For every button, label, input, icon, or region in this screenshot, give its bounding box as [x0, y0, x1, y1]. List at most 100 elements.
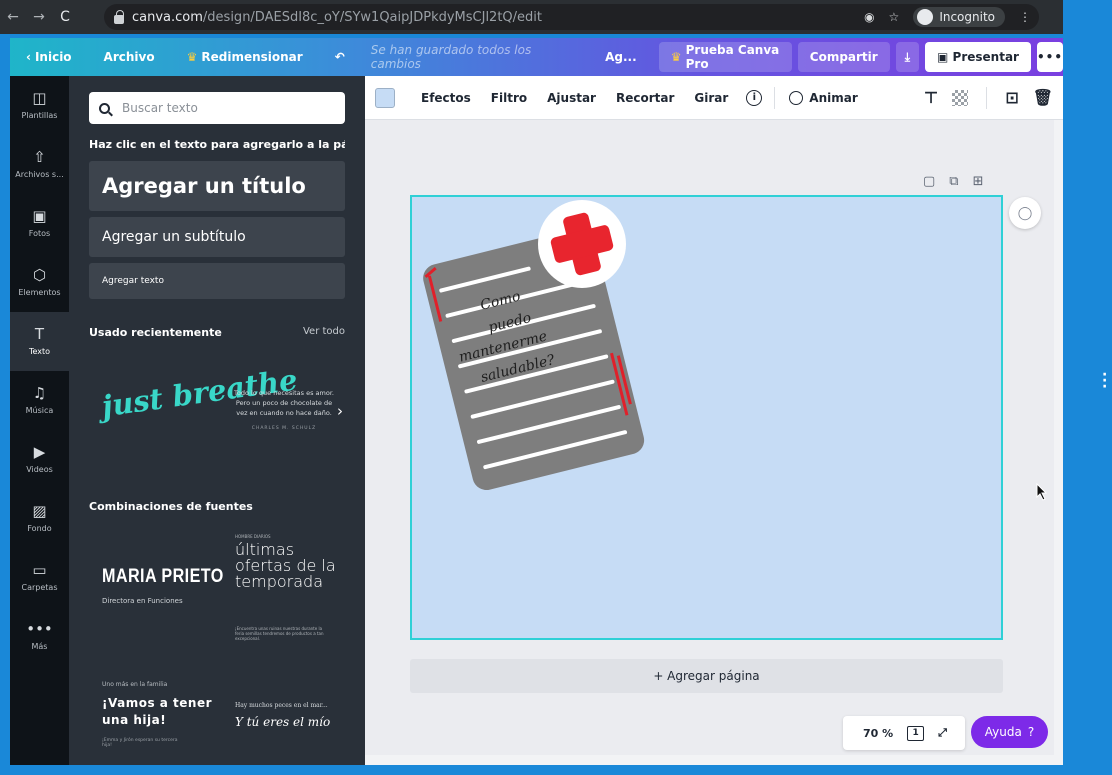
search-box[interactable] — [89, 92, 345, 124]
rail-item-música[interactable]: ♫ Música — [10, 371, 69, 430]
adjust-button[interactable]: Ajustar — [537, 91, 606, 105]
lock-icon[interactable]: ⊡ — [1005, 88, 1018, 107]
combo-offers-fine: ¡Encuentra unas ruinas nuestras durante … — [235, 626, 324, 641]
add-text-button[interactable]: Agregar texto — [89, 263, 345, 299]
duplicate-page-icon[interactable]: ⧉ — [949, 174, 958, 189]
vertical-scrollbar[interactable] — [1054, 120, 1063, 765]
reload-icon[interactable]: C — [52, 9, 78, 25]
folder-icon: ▭ — [32, 561, 47, 579]
download-button[interactable]: ⤓ — [895, 42, 920, 72]
animate-button[interactable]: Animar — [779, 90, 867, 105]
editor-area: Efectos Filtro Ajustar Recortar Girar i … — [365, 76, 1063, 765]
rail-item-label: Videos — [26, 465, 53, 474]
zoom-level[interactable]: 70 % — [863, 727, 893, 740]
clipboard-graphic[interactable] — [412, 197, 1003, 640]
crown-icon: ♛ — [670, 50, 682, 64]
combo-family[interactable]: ¡Vamos a tener una hija! — [102, 695, 222, 729]
rail-item-más[interactable]: ••• Más — [10, 607, 69, 666]
share-button[interactable]: Compartir — [797, 42, 890, 72]
design-canvas[interactable]: Como puedo mantenerme saludable? — [410, 195, 1003, 640]
home-button[interactable]: ‹ Inicio — [10, 50, 88, 64]
combo-family-fine: ¡Emma y Jirón esperan su tercera hija! — [102, 738, 178, 748]
paint-roller-icon[interactable]: ⊤ — [924, 88, 939, 107]
rail-item-label: Archivos s... — [15, 170, 64, 179]
add-page-icon[interactable]: ⊞ — [973, 174, 984, 189]
search-icon — [99, 102, 110, 114]
background-icon: ▨ — [32, 502, 47, 520]
download-icon: ⤓ — [904, 49, 911, 64]
combo-maria-sub: Directora en Funciones — [102, 597, 183, 605]
rail-item-label: Texto — [28, 347, 51, 356]
editor-topbar: ‹ Inicio Archivo ♛ Redimensionar ↶ Se ha… — [10, 38, 1063, 76]
effects-button[interactable]: Efectos — [411, 91, 481, 105]
url-path: /design/DAESdI8c_oY/SYw1QaipJDPkdyMsCJl2… — [202, 9, 542, 25]
rail-item-elementos[interactable]: ⬡ Elementos — [10, 253, 69, 312]
zoom-controls: 70 % 1 ⤢ — [843, 716, 965, 750]
save-status: Se han guardado todos los cambios — [370, 43, 532, 71]
color-swatch[interactable] — [375, 87, 395, 108]
combo-maria-prieto[interactable]: MARIA PRIETO — [102, 566, 224, 588]
rail-item-texto[interactable]: T Texto — [10, 312, 69, 371]
divider — [774, 86, 776, 109]
add-page-button[interactable]: + Agregar página — [410, 659, 1003, 693]
extension-icon[interactable]: ◉ — [864, 10, 874, 24]
templates-icon: ◫ — [32, 89, 47, 107]
browser-chrome: ← → C canva.com /design/DAESdI8c_oY/SYw1… — [0, 0, 1063, 34]
combo-family-label: Uno más en la familia — [102, 681, 168, 688]
rail-item-label: Fondo — [27, 524, 52, 533]
undo-button[interactable]: ↶ — [319, 50, 361, 64]
rail-item-fotos[interactable]: ▣ Fotos — [10, 194, 69, 253]
back-arrow-icon[interactable]: ← — [0, 9, 26, 25]
rail-item-archivos-s[interactable]: ⇧ Archivos s... — [10, 135, 69, 194]
image-toolbar: Efectos Filtro Ajustar Recortar Girar i … — [365, 76, 1063, 120]
combo-offer-label: HOMBRE DIARIOS — [235, 534, 271, 539]
horizontal-scrollbar[interactable] — [365, 755, 1054, 765]
rail-item-videos[interactable]: ▶ Videos — [10, 430, 69, 489]
chevron-right-icon[interactable]: › — [337, 402, 343, 420]
incognito-badge[interactable]: Incognito — [913, 7, 1005, 27]
design-title[interactable]: Ag... — [589, 50, 653, 64]
address-bar[interactable]: canva.com /design/DAESdI8c_oY/SYw1QaipJD… — [104, 4, 1039, 30]
more-options-button[interactable]: ••• — [1036, 42, 1063, 72]
filter-button[interactable]: Filtro — [481, 91, 537, 105]
undo-icon: ↶ — [334, 50, 345, 64]
panel-hint: Haz clic en el texto para agregarlo a la… — [89, 138, 345, 151]
help-button[interactable]: Ayuda ? — [971, 716, 1048, 748]
page-actions: ▢ ⧉ ⊞ — [923, 174, 984, 189]
rail-item-plantillas[interactable]: ◫ Plantillas — [10, 76, 69, 135]
rail-item-label: Fotos — [28, 229, 51, 238]
present-button[interactable]: ▣ Presentar — [925, 42, 1031, 72]
info-icon[interactable]: i — [746, 89, 763, 106]
comment-button[interactable]: ◯ — [1009, 197, 1041, 229]
forward-arrow-icon[interactable]: → — [26, 9, 52, 25]
recent-style-quote[interactable]: Todo lo que necesitas es amor. Pero un p… — [234, 388, 334, 434]
side-handle-dots-icon[interactable]: · · · — [1102, 368, 1107, 394]
note-icon[interactable]: ▢ — [923, 174, 935, 189]
text-icon: T — [34, 325, 45, 343]
bookmark-star-icon[interactable]: ☆ — [889, 10, 900, 24]
transparency-icon[interactable] — [952, 89, 969, 106]
search-input[interactable] — [122, 101, 322, 115]
divider — [986, 86, 988, 109]
recent-heading: Usado recientemente — [89, 326, 222, 339]
browser-menu-icon[interactable]: ⋮ — [1019, 10, 1031, 24]
fullscreen-icon[interactable]: ⤢ — [938, 726, 947, 740]
crown-icon: ♛ — [186, 50, 198, 64]
rail-item-carpetas[interactable]: ▭ Carpetas — [10, 548, 69, 607]
page-count-icon[interactable]: 1 — [907, 725, 925, 741]
add-subtitle-button[interactable]: Agregar un subtítulo — [89, 217, 345, 257]
music-icon: ♫ — [32, 384, 47, 402]
resize-button[interactable]: ♛ Redimensionar — [171, 50, 319, 64]
combo-offers[interactable]: últimas ofertas de la temporada — [235, 542, 345, 590]
rail-item-fondo[interactable]: ▨ Fondo — [10, 489, 69, 548]
see-all-link[interactable]: Ver todo — [303, 326, 345, 337]
combo-fish[interactable]: Y tú eres el mío — [235, 715, 330, 729]
add-title-button[interactable]: Agregar un título — [89, 161, 345, 211]
text-panel: Haz clic en el texto para agregarlo a la… — [69, 76, 365, 765]
crop-button[interactable]: Recortar — [606, 91, 684, 105]
trash-icon[interactable]: 🗑 — [1033, 88, 1053, 107]
try-pro-button[interactable]: ♛ Prueba Canva Pro — [658, 42, 792, 72]
flip-button[interactable]: Girar — [684, 91, 738, 105]
file-menu-button[interactable]: Archivo — [88, 50, 171, 64]
present-icon: ▣ — [937, 50, 949, 64]
